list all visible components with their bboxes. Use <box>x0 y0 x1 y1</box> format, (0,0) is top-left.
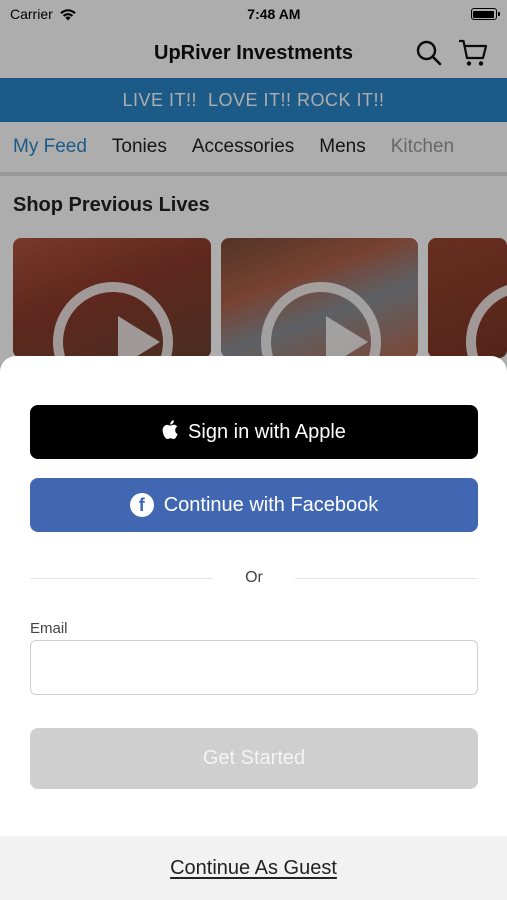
email-field[interactable] <box>30 640 478 695</box>
or-label: Or <box>245 569 263 586</box>
facebook-icon: f <box>129 493 154 517</box>
get-started-label: Get Started <box>202 747 306 769</box>
guest-bar: Continue As Guest <box>0 836 507 900</box>
continue-with-facebook-button[interactable]: f Continue with Facebook <box>30 478 478 532</box>
sign-in-sheet: Sign in with Apple f Continue with Faceb… <box>0 356 507 900</box>
email-label: Email <box>30 620 68 637</box>
facebook-button-label: Continue with Facebook <box>163 493 379 516</box>
or-divider: Or <box>30 567 478 589</box>
sign-in-with-apple-button[interactable]: Sign in with Apple <box>30 405 478 459</box>
continue-as-guest-link[interactable]: Continue As Guest <box>170 857 337 880</box>
apple-icon <box>162 419 178 445</box>
get-started-button[interactable]: Get Started <box>30 728 478 789</box>
apple-button-label: Sign in with Apple <box>188 420 346 443</box>
